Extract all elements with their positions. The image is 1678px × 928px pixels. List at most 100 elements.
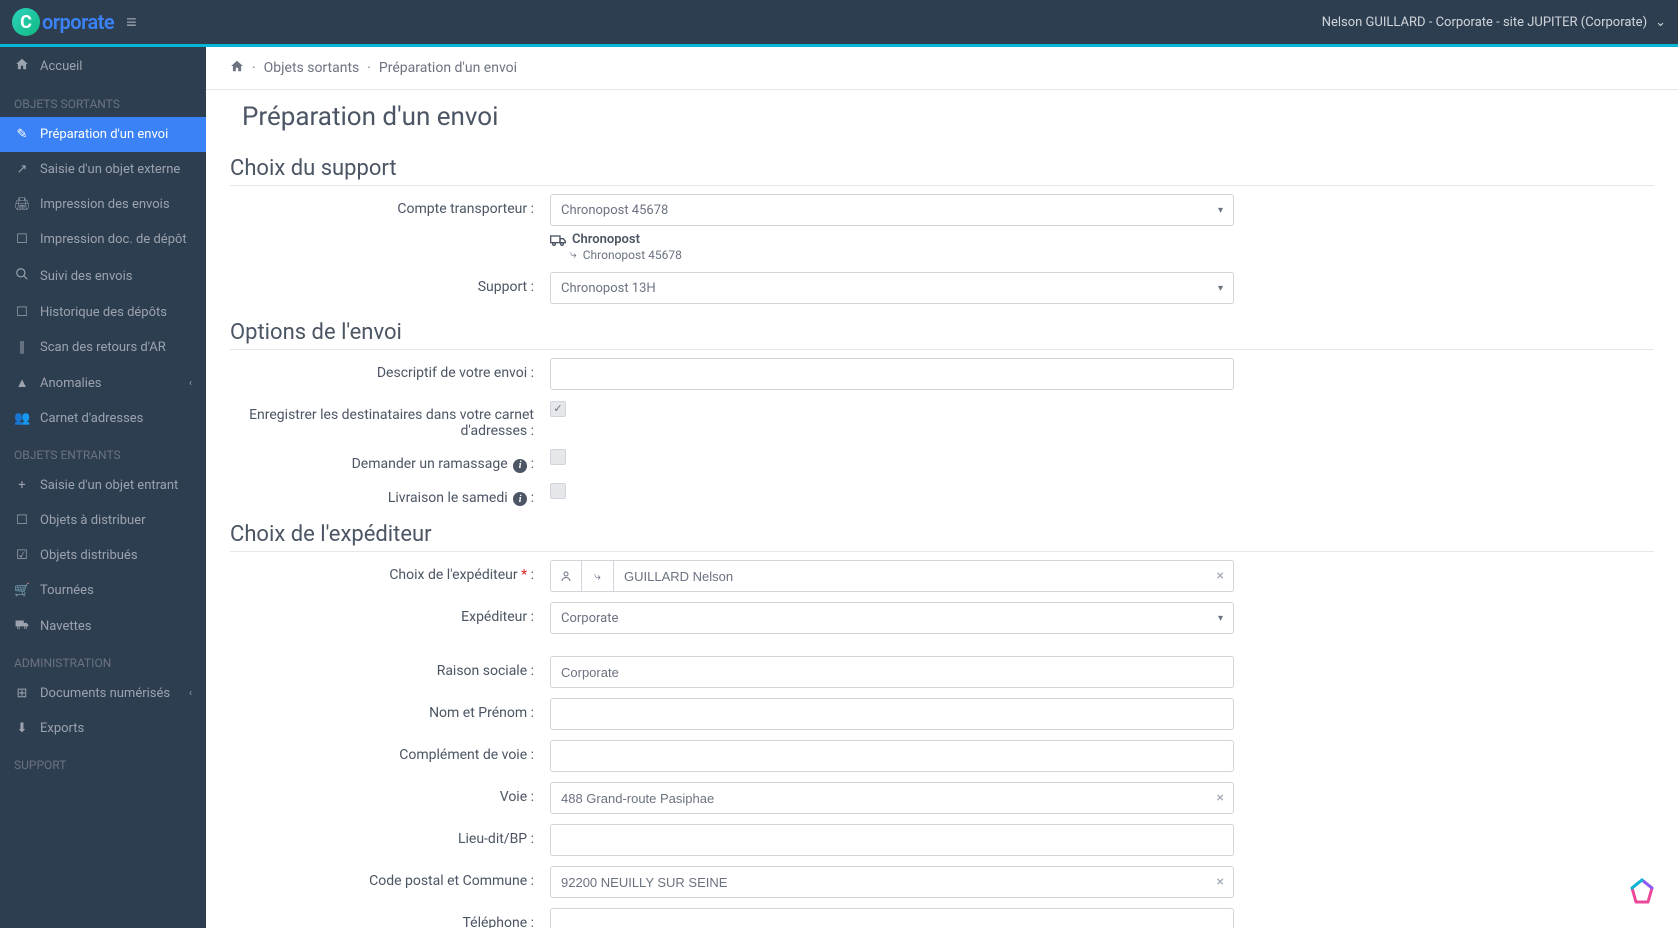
input-choix-expediteur[interactable]: [614, 560, 1234, 592]
sidebar-item-label: Impression doc. de dépôt: [40, 232, 187, 247]
label-complement-voie: Complément de voie :: [230, 740, 550, 763]
sidebar-item-saisie-entrant[interactable]: + Saisie d'un objet entrant: [0, 468, 206, 503]
sidebar-item-label: Suivi des envois: [40, 269, 132, 284]
sidebar-item-label: Saisie d'un objet externe: [40, 162, 180, 177]
label-telephone: Téléphone :: [230, 908, 550, 928]
page-title: Préparation d'un envoi: [230, 102, 1654, 132]
sidebar-item-exports[interactable]: ⬇ Exports: [0, 711, 206, 746]
sidebar-heading-sortants: OBJETS SORTANTS: [0, 85, 206, 117]
sidebar-item-label: Objets à distribuer: [40, 513, 146, 528]
sidebar-item-label: Documents numérisés: [40, 686, 170, 701]
input-lieu-dit[interactable]: [550, 824, 1234, 856]
sidebar-item-label: Impression des envois: [40, 197, 170, 212]
app-header: C orporate ≡ Nelson GUILLARD - Corporate…: [0, 0, 1678, 44]
input-telephone[interactable]: [550, 908, 1234, 928]
sidebar-item-objets-distribues[interactable]: ☑ Objets distribués: [0, 538, 206, 573]
select-compte-transporteur[interactable]: Chronopost 45678 ▾: [550, 194, 1234, 226]
square-icon: ☐: [14, 513, 30, 528]
breadcrumb-separator: ·: [367, 60, 371, 76]
checkbox-enregistrer-dest[interactable]: [550, 401, 566, 417]
document-icon: ☐: [14, 232, 30, 247]
user-menu[interactable]: Nelson GUILLARD - Corporate - site JUPIT…: [1322, 15, 1666, 30]
clear-icon[interactable]: ×: [1217, 874, 1224, 890]
sidebar-item-carnet[interactable]: 👥 Carnet d'adresses: [0, 401, 206, 436]
barcode-icon: ∥: [14, 340, 30, 355]
user-label: Nelson GUILLARD - Corporate - site JUPIT…: [1322, 15, 1647, 30]
sidebar-item-label: Préparation d'un envoi: [40, 127, 168, 142]
input-complement-voie[interactable]: [550, 740, 1234, 772]
select-value: Chronopost 45678: [561, 203, 668, 218]
sidebar-item-scan-retours[interactable]: ∥ Scan des retours d'AR: [0, 330, 206, 365]
sidebar-item-saisie-externe[interactable]: ↗ Saisie d'un objet externe: [0, 152, 206, 187]
branch-icon: ⤷: [594, 569, 601, 584]
sidebar-item-impression-envois[interactable]: 🖨 Impression des envois: [0, 187, 206, 222]
input-raison-sociale[interactable]: [550, 656, 1234, 688]
org-button[interactable]: ⤷: [582, 560, 614, 592]
checkbox-livraison-samedi[interactable]: [550, 483, 566, 499]
sidebar-item-suivi[interactable]: Suivi des envois: [0, 257, 206, 295]
help-float-button[interactable]: [1626, 876, 1658, 908]
home-icon: [14, 57, 30, 75]
breadcrumb: · Objets sortants · Préparation d'un env…: [206, 47, 1678, 90]
print-icon: 🖨: [14, 197, 30, 212]
sidebar-item-label: Historique des dépôts: [40, 305, 167, 320]
label-compte-transporteur: Compte transporteur :: [230, 194, 550, 217]
person-button[interactable]: [550, 560, 582, 592]
sidebar-item-label: Navettes: [40, 619, 91, 634]
sidebar-item-accueil[interactable]: Accueil: [0, 47, 206, 85]
select-expediteur[interactable]: Corporate ▾: [550, 602, 1234, 634]
input-nom-prenom[interactable]: [550, 698, 1234, 730]
chevron-down-icon: ⌄: [1655, 15, 1666, 30]
chevron-down-icon: ▾: [1218, 613, 1223, 624]
check-square-icon: ☑: [14, 548, 30, 563]
truck-icon: [14, 618, 30, 634]
sidebar-heading-support: SUPPORT: [0, 746, 206, 778]
sidebar-item-historique[interactable]: ☐ Historique des dépôts: [0, 295, 206, 330]
app-logo[interactable]: C orporate: [12, 8, 114, 36]
sidebar-item-documents[interactable]: ⊞ Documents numérisés ‹: [0, 676, 206, 711]
pencil-icon: ✎: [14, 127, 30, 142]
sidebar-item-label: Objets distribués: [40, 548, 138, 563]
breadcrumb-item[interactable]: Objets sortants: [264, 60, 360, 76]
sidebar-heading-entrants: OBJETS ENTRANTS: [0, 436, 206, 468]
label-choix-expediteur: Choix de l'expéditeur * :: [230, 560, 550, 583]
select-support[interactable]: Chronopost 13H ▾: [550, 272, 1234, 304]
input-descriptif[interactable]: [550, 358, 1234, 390]
clear-icon[interactable]: ×: [1217, 568, 1224, 584]
cart-icon: 🛒: [14, 583, 30, 598]
input-code-postal[interactable]: [550, 866, 1234, 898]
sidebar-item-impression-depot[interactable]: ☐ Impression doc. de dépôt: [0, 222, 206, 257]
sidebar-item-tournees[interactable]: 🛒 Tournées: [0, 573, 206, 608]
breadcrumb-home[interactable]: [230, 59, 244, 77]
label-enregistrer-dest: Enregistrer les destinataires dans votre…: [230, 400, 550, 439]
label-raison-sociale: Raison sociale :: [230, 656, 550, 679]
sidebar-item-label: Scan des retours d'AR: [40, 340, 166, 355]
breadcrumb-current: Préparation d'un envoi: [379, 60, 517, 76]
sidebar-item-preparation[interactable]: ✎ Préparation d'un envoi: [0, 117, 206, 152]
sidebar-item-navettes[interactable]: Navettes: [0, 608, 206, 644]
sidebar-item-label: Saisie d'un objet entrant: [40, 478, 178, 493]
checkbox-demander-ramassage[interactable]: [550, 449, 566, 465]
section-title-expediteur: Choix de l'expéditeur: [230, 522, 1654, 552]
info-icon[interactable]: i: [513, 492, 527, 506]
chevron-down-icon: ▾: [1218, 283, 1223, 294]
carrier-account-row: ⤷ Chronopost 45678: [550, 247, 1234, 262]
main-content: · Objets sortants · Préparation d'un env…: [206, 47, 1678, 928]
hamburger-icon[interactable]: ≡: [126, 12, 137, 33]
label-lieu-dit: Lieu-dit/BP :: [230, 824, 550, 847]
clear-icon[interactable]: ×: [1217, 790, 1224, 806]
sidebar-heading-admin: ADMINISTRATION: [0, 644, 206, 676]
header-left: C orporate ≡: [12, 8, 137, 36]
label-demander-ramassage: Demander un ramassage i :: [230, 449, 550, 473]
logo-text: orporate: [42, 10, 114, 34]
sidebar-item-anomalies[interactable]: ▲ Anomalies ‹: [0, 365, 206, 401]
sidebar-item-label: Tournées: [40, 583, 94, 598]
input-voie[interactable]: [550, 782, 1234, 814]
users-icon: 👥: [14, 411, 30, 426]
sidebar-item-label: Carnet d'adresses: [40, 411, 143, 426]
chevron-down-icon: ▾: [1218, 205, 1223, 216]
sidebar-item-objets-distribuer[interactable]: ☐ Objets à distribuer: [0, 503, 206, 538]
info-icon[interactable]: i: [513, 459, 527, 473]
label-nom-prenom: Nom et Prénom :: [230, 698, 550, 721]
carrier-name: Chronopost: [572, 232, 640, 247]
